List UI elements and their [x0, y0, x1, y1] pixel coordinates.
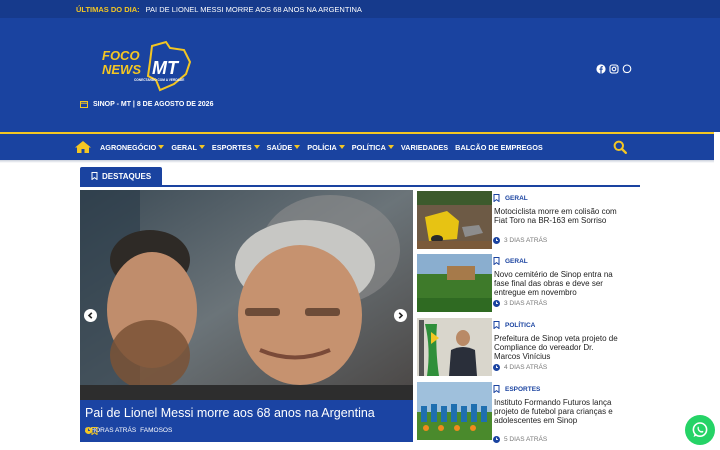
- news-card[interactable]: ESPORTES Instituto Formando Futuros lanç…: [417, 382, 619, 443]
- section-title: DESTAQUES: [102, 171, 152, 181]
- news-headline[interactable]: Novo cemitério de Sinop entra na fase fi…: [494, 270, 619, 298]
- main-nav: AGRONEGÓCIO GERAL ESPORTES SAÚDE POLÍCIA…: [0, 132, 714, 160]
- header-date-text: SINOP - MT | 8 DE AGOSTO DE 2026: [93, 100, 214, 108]
- facebook-icon[interactable]: [596, 64, 606, 74]
- chevron-down-icon: [387, 145, 394, 149]
- section-tab-destaques: DESTAQUES: [80, 167, 162, 185]
- bookmark-icon: [493, 194, 500, 202]
- hero-meta: 2 HORAS ATRÁS FAMOSOS: [85, 427, 172, 435]
- news-thumbnail[interactable]: [417, 382, 492, 440]
- news-thumbnail[interactable]: [417, 254, 492, 312]
- hero-image: [80, 190, 413, 400]
- news-category[interactable]: GERAL: [493, 257, 528, 265]
- social-links: [596, 64, 632, 74]
- news-time: 4 DIAS ATRÁS: [493, 364, 547, 371]
- whatsapp-icon: [692, 422, 708, 438]
- chevron-down-icon: [198, 145, 205, 149]
- nav-item-balcao-de-empregos[interactable]: BALCÃO DE EMPREGOS: [455, 143, 543, 152]
- svg-text:CONECTANDO COM A VERDADE: CONECTANDO COM A VERDADE: [134, 78, 184, 82]
- hero-title[interactable]: Pai de Lionel Messi morre aos 68 anos na…: [85, 406, 375, 420]
- chevron-down-icon: [294, 145, 301, 149]
- clock-icon: [493, 364, 500, 371]
- slider-prev-button[interactable]: [84, 309, 97, 322]
- instagram-icon[interactable]: [609, 64, 619, 74]
- news-category[interactable]: POLÍTICA: [493, 321, 535, 329]
- clock-icon: [493, 300, 500, 307]
- bookmark-icon: [493, 385, 500, 393]
- hero-caption: Pai de Lionel Messi morre aos 68 anos na…: [80, 400, 413, 442]
- nav-item-agronegocio[interactable]: AGRONEGÓCIO: [100, 143, 165, 152]
- breaking-news-bar: ÚLTIMAS DO DIA: PAI DE LIONEL MESSI MORR…: [0, 0, 720, 18]
- bookmark-icon: [493, 321, 500, 329]
- nav-item-esportes[interactable]: ESPORTES: [212, 143, 260, 152]
- news-headline[interactable]: Instituto Formando Futuros lança projeto…: [494, 398, 619, 426]
- home-icon[interactable]: [74, 140, 92, 154]
- news-time: 5 DIAS ATRÁS: [493, 436, 547, 443]
- site-logo[interactable]: FOCO NEWS MT CONECTANDO COM A VERDADE: [100, 40, 196, 94]
- section-divider: [80, 185, 640, 187]
- news-time: 3 DIAS ATRÁS: [493, 237, 547, 244]
- breaking-news-label: ÚLTIMAS DO DIA:: [76, 4, 140, 14]
- news-time: 3 DIAS ATRÁS: [493, 300, 547, 307]
- search-icon[interactable]: [613, 140, 628, 155]
- bookmark-icon: [493, 257, 500, 265]
- svg-text:FOCO: FOCO: [102, 48, 140, 63]
- clock-icon: [493, 237, 500, 244]
- nav-item-saude[interactable]: SAÚDE: [267, 143, 301, 152]
- news-card[interactable]: GERAL Novo cemitério de Sinop entra na f…: [417, 254, 617, 314]
- chevron-left-icon: [87, 312, 93, 319]
- chevron-down-icon: [253, 145, 260, 149]
- header-date: SINOP - MT | 8 DE AGOSTO DE 2026: [80, 100, 213, 108]
- news-thumbnail[interactable]: [417, 318, 492, 376]
- bookmark-icon: [91, 427, 98, 435]
- breaking-news-link[interactable]: PAI DE LIONEL MESSI MORRE AOS 68 ANOS NA…: [146, 5, 362, 14]
- news-category[interactable]: GERAL: [493, 194, 528, 202]
- nav-shadow: [0, 160, 714, 163]
- clock-icon: [493, 436, 500, 443]
- whatsapp-float-button[interactable]: [685, 415, 715, 445]
- whatsapp-icon[interactable]: [622, 64, 632, 74]
- svg-text:NEWS: NEWS: [102, 62, 141, 77]
- bookmark-icon: [91, 172, 98, 180]
- news-card[interactable]: POLÍTICA Prefeitura de Sinop veta projet…: [417, 318, 619, 378]
- nav-item-geral[interactable]: GERAL: [171, 143, 205, 152]
- news-headline[interactable]: Motociclista morre em colisão com Fiat T…: [494, 207, 619, 225]
- svg-text:MT: MT: [152, 58, 180, 78]
- calendar-icon: [80, 101, 88, 108]
- hero-category[interactable]: FAMOSOS: [140, 427, 172, 434]
- news-thumbnail[interactable]: [417, 191, 492, 249]
- site-header: FOCO NEWS MT CONECTANDO COM A VERDADE SI…: [0, 18, 720, 132]
- chevron-down-icon: [338, 145, 345, 149]
- slider-next-button[interactable]: [394, 309, 407, 322]
- chevron-down-icon: [158, 145, 165, 149]
- nav-item-variedades[interactable]: VARIEDADES: [401, 143, 448, 152]
- news-category[interactable]: ESPORTES: [493, 385, 540, 393]
- nav-item-politica[interactable]: POLÍTICA: [352, 143, 394, 152]
- hero-slide[interactable]: Pai de Lionel Messi morre aos 68 anos na…: [80, 190, 413, 442]
- nav-item-policia[interactable]: POLÍCIA: [307, 143, 345, 152]
- chevron-right-icon: [398, 312, 404, 319]
- news-headline[interactable]: Prefeitura de Sinop veta projeto de Comp…: [494, 334, 619, 362]
- news-card[interactable]: GERAL Motociclista morre em colisão com …: [417, 191, 617, 251]
